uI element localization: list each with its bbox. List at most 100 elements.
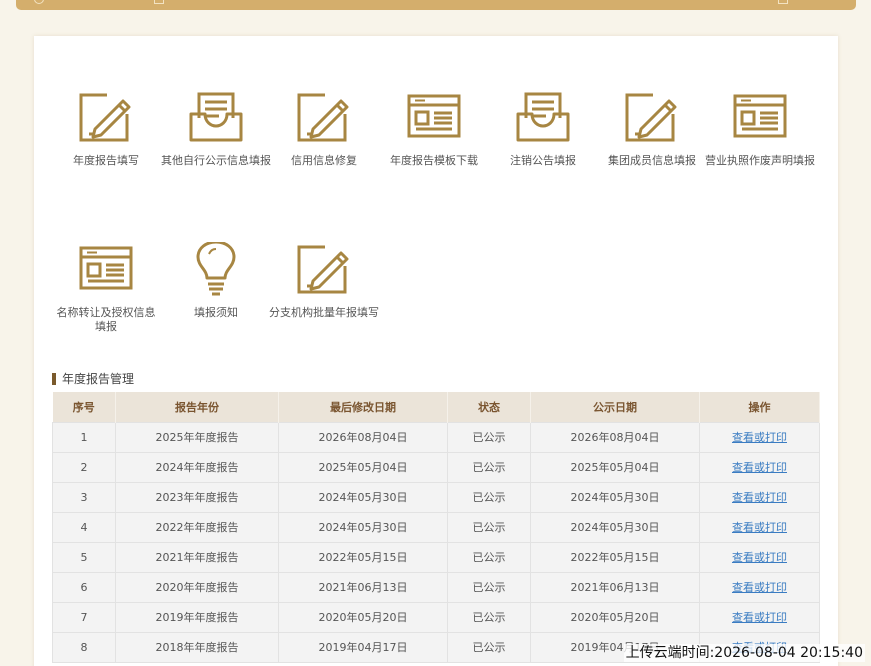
view-print-link[interactable]: 查看或打印 [732,611,787,624]
cell-published: 2021年06月13日 [530,571,700,603]
func-license-void-statement[interactable]: 营业执照作废声明填报 [700,90,820,168]
pencil-edit-icon [79,93,131,142]
view-print-link[interactable]: 查看或打印 [732,581,787,594]
func-group-member-info[interactable]: 集团成员信息填报 [592,90,712,168]
func-label: 注销公告填报 [510,154,576,167]
annual-report-table: 序号 报告年份 最后修改日期 状态 公示日期 操作 1 2025年年度报告 20… [52,392,820,663]
func-label: 年度报告填写 [73,154,139,167]
lightbulb-icon [196,242,236,296]
cell-published: 2022年05月15日 [530,541,700,573]
table-row: 2 2024年年度报告 2025年05月04日 已公示 2025年05月04日 … [52,451,820,483]
table-header-row: 序号 报告年份 最后修改日期 状态 公示日期 操作 [52,392,820,422]
cell-status: 已公示 [447,511,531,543]
col-header-modified: 最后修改日期 [278,392,448,422]
cell-year: 2025年年度报告 [115,421,279,453]
cell-year: 2019年年度报告 [115,601,279,633]
cell-modified: 2021年06月13日 [278,571,448,603]
cell-modified: 2024年05月30日 [278,481,448,513]
view-print-link[interactable]: 查看或打印 [732,551,787,564]
cell-modified: 2020年05月20日 [278,601,448,633]
col-header-year: 报告年份 [115,392,279,422]
func-label: 名称转让及授权信息填报 [56,306,156,333]
web-window-icon [733,94,787,138]
cell-no: 7 [52,601,116,633]
cell-year: 2020年年度报告 [115,571,279,603]
func-credit-repair[interactable]: 信用信息修复 [264,90,384,168]
document-icon[interactable] [154,0,164,4]
cell-action: 查看或打印 [699,451,820,483]
cell-no: 3 [52,481,116,513]
table-row: 1 2025年年度报告 2026年08月04日 已公示 2026年08月04日 … [52,421,820,453]
cell-year: 2023年年度报告 [115,481,279,513]
cell-action: 查看或打印 [699,421,820,453]
cell-year: 2022年年度报告 [115,511,279,543]
pencil-edit-icon [297,93,349,142]
cell-status: 已公示 [447,481,531,513]
func-name-transfer-info[interactable]: 名称转让及授权信息填报 [46,242,166,334]
cell-modified: 2019年04月17日 [278,631,448,663]
func-annual-report-fill[interactable]: 年度报告填写 [46,90,166,168]
cell-modified: 2024年05月30日 [278,511,448,543]
cell-status: 已公示 [447,631,531,663]
cell-action: 查看或打印 [699,481,820,513]
table-row: 3 2023年年度报告 2024年05月30日 已公示 2024年05月30日 … [52,481,820,513]
cell-published: 2026年08月04日 [530,421,700,453]
func-label: 其他自行公示信息填报 [161,154,271,167]
cell-modified: 2026年08月04日 [278,421,448,453]
table-row: 4 2022年年度报告 2024年05月30日 已公示 2024年05月30日 … [52,511,820,543]
func-label: 分支机构批量年报填写 [269,306,379,319]
col-header-action: 操作 [699,392,820,422]
cell-no: 4 [52,511,116,543]
cell-year: 2018年年度报告 [115,631,279,663]
cell-action: 查看或打印 [699,571,820,603]
inbox-tray-icon [189,92,243,142]
cell-modified: 2022年05月15日 [278,541,448,573]
cell-no: 6 [52,571,116,603]
cell-published: 2020年05月20日 [530,601,700,633]
view-print-link[interactable]: 查看或打印 [732,491,787,504]
table-row: 6 2020年年度报告 2021年06月13日 已公示 2021年06月13日 … [52,571,820,603]
upload-timestamp-watermark: 上传云端时间:2026-08-04 20:15:40 [623,644,865,662]
cell-status: 已公示 [447,421,531,453]
func-label: 填报须知 [194,306,238,319]
view-print-link[interactable]: 查看或打印 [732,461,787,474]
cell-published: 2024年05月30日 [530,481,700,513]
cell-action: 查看或打印 [699,541,820,573]
cell-year: 2021年年度报告 [115,541,279,573]
func-label: 信用信息修复 [291,154,357,167]
cell-modified: 2025年05月04日 [278,451,448,483]
func-label: 营业执照作废声明填报 [705,154,815,167]
top-header-bar [16,0,856,10]
main-panel: 年度报告填写 其他自行公示信息填报 信用信息修复 年度报告模板下载 注销公告填报… [34,36,838,666]
cell-year: 2024年年度报告 [115,451,279,483]
func-label: 集团成员信息填报 [608,154,696,167]
cell-no: 5 [52,541,116,573]
func-label: 年度报告模板下载 [390,154,478,167]
pencil-edit-icon [625,93,677,142]
col-header-no: 序号 [52,392,116,422]
cell-published: 2024年05月30日 [530,511,700,543]
web-window-icon [407,94,461,138]
func-filing-notes[interactable]: 填报须知 [156,242,276,320]
cell-published: 2025年05月04日 [530,451,700,483]
cell-status: 已公示 [447,451,531,483]
cell-status: 已公示 [447,601,531,633]
func-branch-batch-report[interactable]: 分支机构批量年报填写 [264,242,384,320]
cell-status: 已公示 [447,541,531,573]
cell-no: 2 [52,451,116,483]
func-other-self-disclosure[interactable]: 其他自行公示信息填报 [156,90,276,168]
view-print-link[interactable]: 查看或打印 [732,431,787,444]
document-icon[interactable] [778,0,788,4]
table-row: 7 2019年年度报告 2020年05月20日 已公示 2020年05月20日 … [52,601,820,633]
table-row: 5 2021年年度报告 2022年05月15日 已公示 2022年05月15日 … [52,541,820,573]
cell-action: 查看或打印 [699,601,820,633]
cell-action: 查看或打印 [699,511,820,543]
inbox-tray-icon [516,92,570,142]
view-print-link[interactable]: 查看或打印 [732,521,787,534]
cell-status: 已公示 [447,571,531,603]
func-deregistration-notice[interactable]: 注销公告填报 [483,90,603,168]
func-template-download[interactable]: 年度报告模板下载 [374,90,494,168]
help-circle-icon[interactable] [34,0,44,4]
web-window-icon [79,246,133,290]
col-header-status: 状态 [447,392,531,422]
